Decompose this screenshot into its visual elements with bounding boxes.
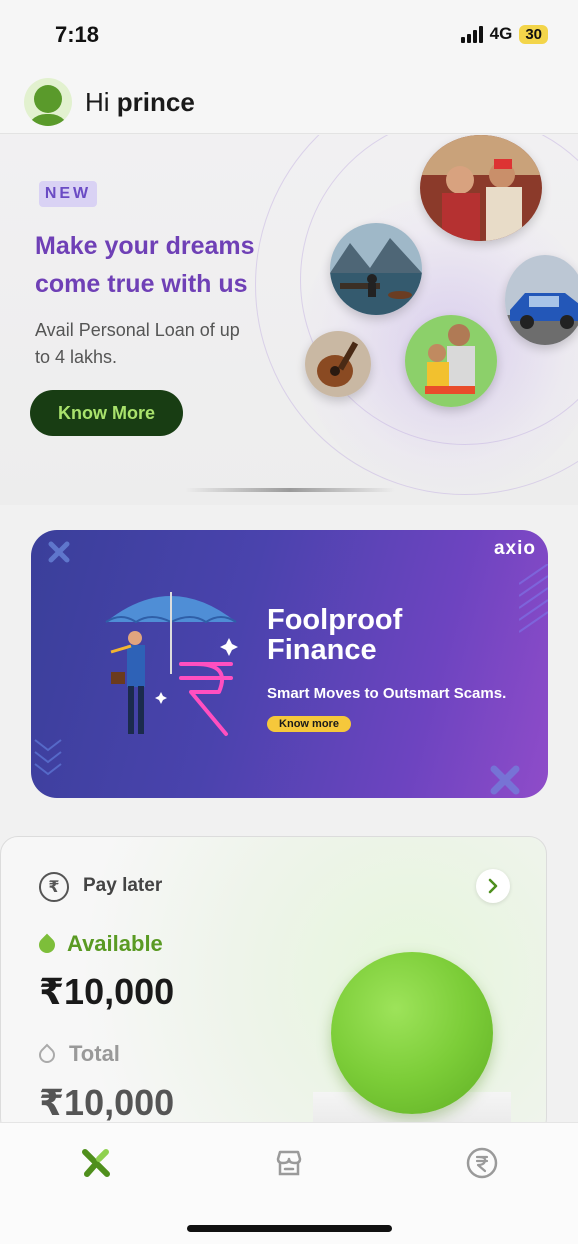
battery-icon: 30 — [519, 24, 548, 44]
network-type: 4G — [489, 24, 513, 43]
promo-subtitle: Avail Personal Loan of up to 4 lakhs. — [35, 320, 240, 367]
green-coin-illustration — [331, 952, 493, 1114]
pay-later-card[interactable]: ₹ Pay later Available ₹10,000 Total ₹10,… — [0, 836, 547, 1136]
banner-know-more-button[interactable]: Know more — [267, 716, 351, 732]
guitar-photo — [305, 331, 371, 397]
car-photo — [505, 255, 578, 345]
carousel-indicator — [185, 488, 395, 492]
total-label: Total — [69, 1041, 120, 1066]
banner-headline-line2: Finance — [267, 634, 377, 666]
home-indicator[interactable] — [187, 1225, 392, 1232]
loan-promo-carousel[interactable]: NEW Make your dreams come true with us A… — [0, 135, 578, 505]
family-photo — [405, 315, 497, 407]
pay-later-title: Pay later — [83, 875, 163, 896]
avatar-body — [26, 114, 70, 126]
wedding-photo — [420, 135, 542, 241]
banner-tagline: Smart Moves to Outsmart Scams. — [267, 685, 507, 702]
user-name: prince — [116, 87, 195, 117]
foolproof-finance-banner[interactable]: axio Foolproof Finance Smart Moves to Ou… — [31, 530, 548, 798]
chevron-right-icon[interactable] — [476, 869, 510, 903]
axio-logo: axio — [493, 538, 536, 559]
rupee-icon — [466, 1147, 498, 1179]
avatar[interactable] — [24, 78, 72, 126]
know-more-button[interactable]: Know More — [30, 390, 183, 436]
axio-home-icon — [82, 1149, 110, 1177]
status-indicators: 4G 30 — [460, 24, 548, 44]
available-amount: ₹10,000 — [39, 971, 175, 1012]
banner-headline-line1: Foolproof — [267, 604, 403, 636]
drop-outline-icon — [35, 1043, 59, 1067]
bottom-navigation — [0, 1122, 578, 1244]
nav-store[interactable] — [267, 1141, 311, 1185]
available-label: Available — [67, 931, 163, 956]
umbrella-businessman-illustration — [105, 592, 238, 736]
x-decoration-icon — [48, 541, 70, 563]
greeting-text: Hi prince — [85, 87, 195, 118]
status-bar: 7:18 4G 30 — [0, 0, 578, 70]
total-amount: ₹10,000 — [39, 1082, 175, 1123]
x-decoration-icon — [490, 765, 520, 795]
store-icon — [276, 1150, 302, 1176]
rupee-icon: ₹ — [39, 872, 69, 902]
new-badge: NEW — [39, 181, 97, 207]
lake-photo — [330, 223, 422, 315]
greeting-hi: Hi — [85, 87, 110, 117]
nav-payments[interactable] — [460, 1141, 504, 1185]
stripes-decoration-icon — [519, 564, 548, 633]
nav-home[interactable] — [74, 1141, 118, 1185]
greeting-header: Hi prince — [0, 70, 578, 134]
drop-filled-icon — [35, 933, 59, 957]
chevrons-decoration-icon — [34, 739, 62, 776]
promo-title: Make your dreams come true with us — [35, 232, 255, 298]
signal-icon — [460, 25, 483, 43]
avatar-head — [34, 85, 62, 113]
status-time: 7:18 — [55, 22, 100, 47]
